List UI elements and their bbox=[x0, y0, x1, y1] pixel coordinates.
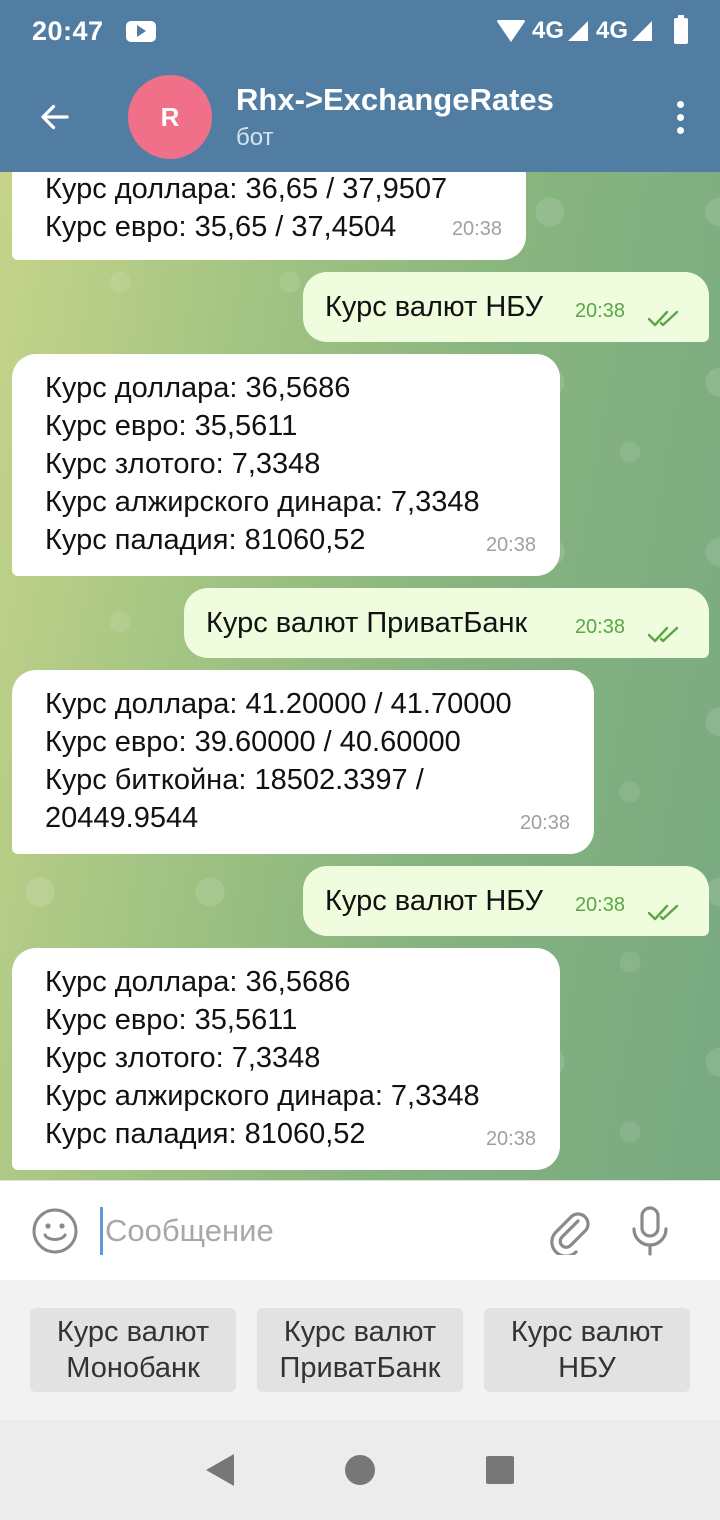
nav-back-icon[interactable] bbox=[205, 1454, 234, 1486]
message-time: 20:38 bbox=[574, 616, 625, 638]
message-bubble-incoming[interactable]: Курс доллара: 36,65 / 37,9507 Курс евро:… bbox=[12, 172, 526, 260]
chat-title: Rhx->ExchangeRates bbox=[236, 82, 554, 117]
chat-subtitle: бот bbox=[236, 124, 274, 151]
nav-home-icon[interactable] bbox=[344, 1455, 375, 1485]
signal-icon bbox=[567, 21, 588, 41]
more-dot-icon bbox=[676, 100, 684, 108]
message-line: 20449.9544 bbox=[45, 802, 199, 834]
message-bubble-incoming[interactable]: Курс доллара: 36,5686 Курс евро: 35,5611… bbox=[12, 354, 560, 576]
read-double-check-icon bbox=[647, 626, 679, 643]
message-bubble-outgoing[interactable]: Курс валют НБУ 20:38 bbox=[303, 866, 709, 936]
keyboard-button-nbu[interactable]: Курс валют НБУ bbox=[484, 1308, 690, 1392]
message-line: Курс евро: 39.60000 / 40.60000 bbox=[45, 726, 461, 758]
signal-icon-2 bbox=[632, 21, 652, 41]
microphone-button[interactable] bbox=[605, 1181, 695, 1281]
read-double-check-icon bbox=[647, 904, 679, 921]
message-line: Курс доллара: 41.20000 / 41.70000 bbox=[45, 688, 512, 720]
keyboard-button-privatbank[interactable]: Курс валют ПриватБанк bbox=[257, 1308, 463, 1392]
message-line: Курс доллара: 36,65 / 37,9507 bbox=[45, 173, 448, 205]
message-time: 20:38 bbox=[574, 894, 625, 916]
message-time: 20:38 bbox=[485, 1128, 536, 1150]
message-line: Курс валют ПриватБанк bbox=[206, 607, 528, 639]
chat-info[interactable]: Rhx->ExchangeRates бот bbox=[236, 82, 554, 152]
text-caret bbox=[100, 1206, 103, 1255]
message-line: Курс злотого: 7,3348 bbox=[45, 1042, 321, 1074]
status-bar: 20:47 4G 4G bbox=[0, 0, 720, 62]
back-button[interactable] bbox=[0, 62, 110, 172]
keyboard-button-label: НБУ bbox=[558, 1352, 616, 1384]
network-type-label: 4G bbox=[531, 17, 564, 44]
battery-icon bbox=[674, 15, 688, 44]
attach-button[interactable] bbox=[535, 1181, 605, 1281]
keyboard-button-monobank[interactable]: Курс валют Монобанк bbox=[30, 1308, 236, 1392]
keyboard-button-label: Курс валют bbox=[283, 1316, 437, 1348]
message-line: Курс паладия: 81060,52 bbox=[45, 524, 366, 556]
keyboard-button-label: Курс валют bbox=[56, 1316, 210, 1348]
message-time: 20:38 bbox=[519, 812, 570, 834]
microphone-icon bbox=[632, 1205, 668, 1256]
wifi-icon bbox=[495, 20, 526, 42]
message-line: Курс биткойна: 18502.3397 / bbox=[45, 764, 424, 796]
back-arrow-icon bbox=[41, 104, 69, 130]
message-line: Курс евро: 35,5611 bbox=[45, 410, 298, 442]
message-bubble-incoming[interactable]: Курс доллара: 36,5686 Курс евро: 35,5611… bbox=[12, 948, 560, 1170]
more-menu-button[interactable] bbox=[640, 62, 720, 172]
nav-recents-icon[interactable] bbox=[486, 1456, 515, 1484]
more-dot-icon bbox=[676, 113, 684, 121]
read-double-check-icon bbox=[647, 310, 679, 327]
keyboard-button-label: Монобанк bbox=[66, 1352, 200, 1384]
message-line: Курс евро: 35,5611 bbox=[45, 1004, 298, 1036]
more-dot-icon bbox=[676, 126, 684, 134]
message-bubble-incoming[interactable]: Курс доллара: 41.20000 / 41.70000 Курс е… bbox=[12, 670, 594, 854]
keyboard-button-label: ПриватБанк bbox=[279, 1352, 441, 1384]
status-time: 20:47 bbox=[32, 15, 104, 46]
message-bubble-outgoing[interactable]: Курс валют ПриватБанк 20:38 bbox=[184, 588, 709, 658]
message-line: Курс доллара: 36,5686 bbox=[45, 966, 351, 998]
message-line: Курс доллара: 36,5686 bbox=[45, 372, 351, 404]
bot-reply-keyboard: Курс валют Монобанк Курс валют ПриватБан… bbox=[0, 1280, 720, 1420]
system-nav-bar bbox=[0, 1420, 720, 1520]
message-time: 20:38 bbox=[574, 300, 625, 322]
status-icons: 4G 4G bbox=[495, 15, 688, 45]
emoji-button[interactable] bbox=[0, 1181, 110, 1281]
message-bubble-outgoing[interactable]: Курс валют НБУ 20:38 bbox=[303, 272, 709, 342]
avatar[interactable]: R bbox=[128, 75, 212, 159]
chat-history[interactable]: Курс доллара: 36,65 / 37,9507 Курс евро:… bbox=[0, 172, 720, 1180]
message-time: 20:38 bbox=[485, 534, 536, 556]
message-composer bbox=[0, 1180, 720, 1280]
message-line: Курс алжирского динара: 7,3348 bbox=[45, 1080, 480, 1112]
youtube-icon bbox=[125, 20, 156, 42]
chat-header: R Rhx->ExchangeRates бот bbox=[0, 62, 720, 172]
message-line: Курс злотого: 7,3348 bbox=[45, 448, 321, 480]
message-line: Курс алжирского динара: 7,3348 bbox=[45, 486, 480, 518]
keyboard-button-label: Курс валют bbox=[510, 1316, 664, 1348]
network-type-label-2: 4G bbox=[595, 17, 628, 44]
smiley-icon bbox=[32, 1208, 78, 1253]
paperclip-icon bbox=[550, 1211, 590, 1255]
message-input[interactable] bbox=[105, 1212, 525, 1249]
message-line: Курс паладия: 81060,52 bbox=[45, 1118, 366, 1150]
message-time: 20:38 bbox=[451, 218, 502, 240]
